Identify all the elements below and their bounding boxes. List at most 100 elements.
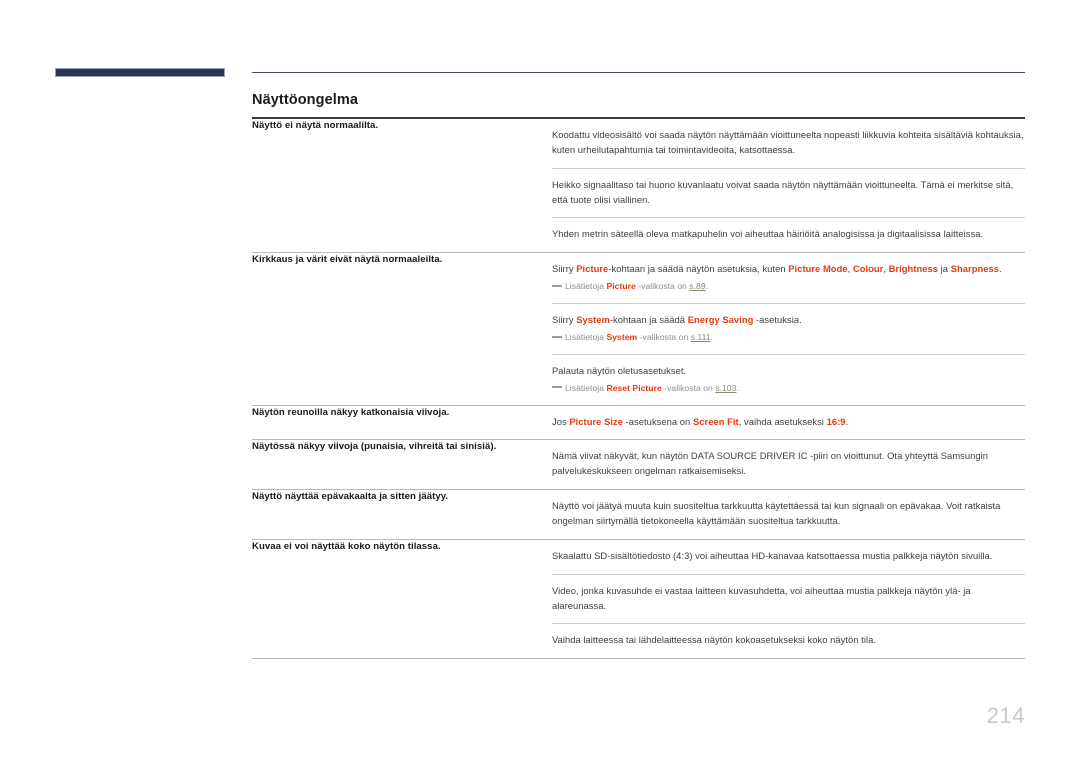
symptom-cell: Näyttö ei näytä normaalilta.	[252, 119, 552, 253]
keyword-term: 16:9	[826, 415, 846, 427]
solution-block: Skaalattu SD-sisältötiedosto (4:3) voi a…	[552, 540, 1025, 574]
page-number: 214	[986, 703, 1025, 728]
reference-note: Lisätietoja Reset Picture -valikosta on …	[552, 382, 1025, 395]
solution-cell: Näyttö voi jäätyä muuta kuin suositeltua…	[552, 490, 1025, 540]
solution-paragraph: Video, jonka kuvasuhde ei vastaa laittee…	[552, 584, 1025, 614]
table-body: Näyttö ei näytä normaalilta. Koodattu vid…	[252, 119, 1025, 659]
text-run: Yhden metrin säteellä oleva matkapuhelin…	[552, 228, 984, 240]
text-run: .	[845, 415, 849, 427]
solution-paragraph: Nämä viivat näkyvät, kun näytön DATA SOU…	[552, 449, 1025, 479]
table-row: Näytössä näkyy viivoja (punaisia, vihrei…	[252, 440, 1025, 490]
text-run: Näyttö voi jäätyä muuta kuin suositeltua…	[552, 500, 1001, 526]
reference-note: Lisätietoja Picture -valikosta on s.89.	[552, 280, 1025, 293]
text-run: -asetuksena on	[623, 415, 693, 427]
symptom-cell: Kirkkaus ja värit eivät näytä normaaleil…	[252, 253, 552, 405]
note-dash-icon	[552, 335, 562, 338]
text-run: ja	[938, 263, 951, 275]
symptom-text: Näytön reunoilla näkyy katkonaisia viivo…	[252, 406, 450, 418]
solution-cell: Jos Picture Size -asetuksena on Screen F…	[552, 405, 1025, 440]
header-decoration-bar	[55, 68, 225, 77]
symptom-cell: Näyttö näyttää epävakaalta ja sitten jää…	[252, 490, 552, 540]
solution-block: Yhden metrin säteellä oleva matkapuhelin…	[552, 217, 1025, 252]
keyword-term: Picture Mode	[788, 263, 848, 275]
solution-block: Koodattu videosisältö voi saada näytön n…	[552, 119, 1025, 168]
solution-block: Siirry System-kohtaan ja säädä Energy Sa…	[552, 303, 1025, 354]
keyword-term: System	[606, 331, 638, 342]
solution-paragraph: Koodattu videosisältö voi saada näytön n…	[552, 128, 1025, 158]
text-run: Nämä viivat näkyvät, kun näytön DATA SOU…	[552, 450, 989, 477]
solution-block: Siirry Picture-kohtaan ja säädä näytön a…	[552, 253, 1025, 303]
text-run: Heikko signaalitaso tai huono kuvanlaatu…	[552, 178, 1014, 205]
solution-block: Video, jonka kuvasuhde ei vastaa laittee…	[552, 573, 1025, 624]
solution-cell: Skaalattu SD-sisältötiedosto (4:3) voi a…	[552, 539, 1025, 658]
page-title: Näyttöongelma	[252, 92, 359, 108]
page-reference-link[interactable]: s.89	[689, 281, 705, 291]
keyword-term: Brightness	[888, 263, 939, 275]
solution-cell: Nämä viivat näkyvät, kun näytön DATA SOU…	[552, 440, 1025, 490]
solution-block: Nämä viivat näkyvät, kun näytön DATA SOU…	[552, 440, 1025, 489]
text-run: Jos	[552, 415, 570, 427]
text-run: -kohtaan ja säädä	[609, 314, 688, 326]
text-run: Lisätietoja	[565, 331, 607, 342]
text-run: -valikosta on	[635, 281, 690, 292]
text-run: .	[710, 331, 714, 342]
page-content: Näyttöongelma Näyttö ei näytä normaalilt…	[252, 92, 1025, 659]
page-reference-link[interactable]: s.111	[691, 332, 711, 342]
text-run: , vaihda asetukseksi	[738, 415, 827, 427]
solution-block: Näyttö voi jäätyä muuta kuin suositeltua…	[552, 490, 1025, 539]
solution-cell: Koodattu videosisältö voi saada näytön n…	[552, 119, 1025, 253]
symptom-cell: Näytössä näkyy viivoja (punaisia, vihrei…	[252, 440, 552, 490]
text-run: -valikosta on	[661, 382, 716, 393]
keyword-term: Picture	[606, 281, 636, 292]
header-rule	[252, 72, 1025, 73]
text-run: .	[736, 382, 739, 393]
symptom-text: Näytössä näkyy viivoja (punaisia, vihrei…	[252, 441, 497, 453]
solution-paragraph: Heikko signaalitaso tai huono kuvanlaatu…	[552, 178, 1025, 208]
symptom-text: Kirkkaus ja värit eivät näytä normaaleil…	[252, 254, 443, 266]
page-reference-link[interactable]: s.103	[715, 383, 736, 393]
text-run: -asetuksia.	[753, 314, 802, 326]
text-run: .	[999, 263, 1002, 275]
text-run: .	[705, 281, 709, 292]
solution-block: Palauta näytön oletusasetukset. Lisätieto…	[552, 353, 1025, 405]
keyword-term: Colour	[852, 263, 884, 275]
text-run: Siirry	[552, 314, 577, 326]
text-run: Koodattu videosisältö voi saada näytön n…	[552, 129, 1024, 155]
reference-note: Lisätietoja System -valikosta on s.111.	[552, 331, 1025, 344]
symptom-text: Kuvaa ei voi näyttää koko näytön tilassa…	[252, 540, 441, 552]
text-run: Palauta näytön oletusasetukset.	[552, 364, 687, 376]
solution-paragraph: Vaihda laitteessa tai lähdelaitteessa nä…	[552, 633, 1025, 648]
table-row: Näyttö näyttää epävakaalta ja sitten jää…	[252, 490, 1025, 540]
text-run: Siirry	[552, 263, 577, 275]
solution-paragraph: Siirry System-kohtaan ja säädä Energy Sa…	[552, 313, 1025, 328]
keyword-term: System	[576, 314, 610, 326]
keyword-term: Reset Picture	[606, 382, 662, 393]
text-run: -kohtaan ja säädä näytön asetuksia, kute…	[608, 263, 789, 275]
solution-block: Vaihda laitteessa tai lähdelaitteessa nä…	[552, 623, 1025, 658]
troubleshooting-table: Näyttö ei näytä normaalilta. Koodattu vid…	[252, 119, 1025, 659]
text-run: Lisätietoja	[565, 382, 607, 393]
keyword-term: Screen Fit	[692, 415, 739, 427]
keyword-term: Picture	[576, 263, 609, 275]
table-row: Näyttö ei näytä normaalilta. Koodattu vid…	[252, 119, 1025, 253]
symptom-cell: Näytön reunoilla näkyy katkonaisia viivo…	[252, 405, 552, 440]
symptom-text: Näyttö näyttää epävakaalta ja sitten jää…	[252, 491, 449, 503]
note-dash-icon	[552, 386, 562, 389]
table-row: Kuvaa ei voi näyttää koko näytön tilassa…	[252, 539, 1025, 659]
keyword-term: Sharpness	[950, 263, 999, 275]
symptom-cell: Kuvaa ei voi näyttää koko näytön tilassa…	[252, 539, 552, 658]
solution-paragraph: Yhden metrin säteellä oleva matkapuhelin…	[552, 227, 1025, 242]
solution-block: Jos Picture Size -asetuksena on Screen F…	[552, 406, 1025, 440]
keyword-term: Picture Size	[569, 415, 623, 427]
text-run: Lisätietoja	[565, 281, 607, 292]
solution-cell: Siirry Picture-kohtaan ja säädä näytön a…	[552, 253, 1025, 405]
solution-paragraph: Näyttö voi jäätyä muuta kuin suositeltua…	[552, 499, 1025, 529]
solution-paragraph: Siirry Picture-kohtaan ja säädä näytön a…	[552, 262, 1025, 277]
symptom-text: Näyttö ei näytä normaalilta.	[252, 120, 379, 131]
text-run: Skaalattu SD-sisältötiedosto (4:3) voi a…	[552, 549, 993, 561]
note-dash-icon	[552, 284, 562, 287]
solution-block: Heikko signaalitaso tai huono kuvanlaatu…	[552, 167, 1025, 218]
solution-paragraph: Jos Picture Size -asetuksena on Screen F…	[552, 415, 1025, 430]
keyword-term: Energy Saving	[687, 314, 754, 326]
solution-paragraph: Skaalattu SD-sisältötiedosto (4:3) voi a…	[552, 549, 1025, 564]
